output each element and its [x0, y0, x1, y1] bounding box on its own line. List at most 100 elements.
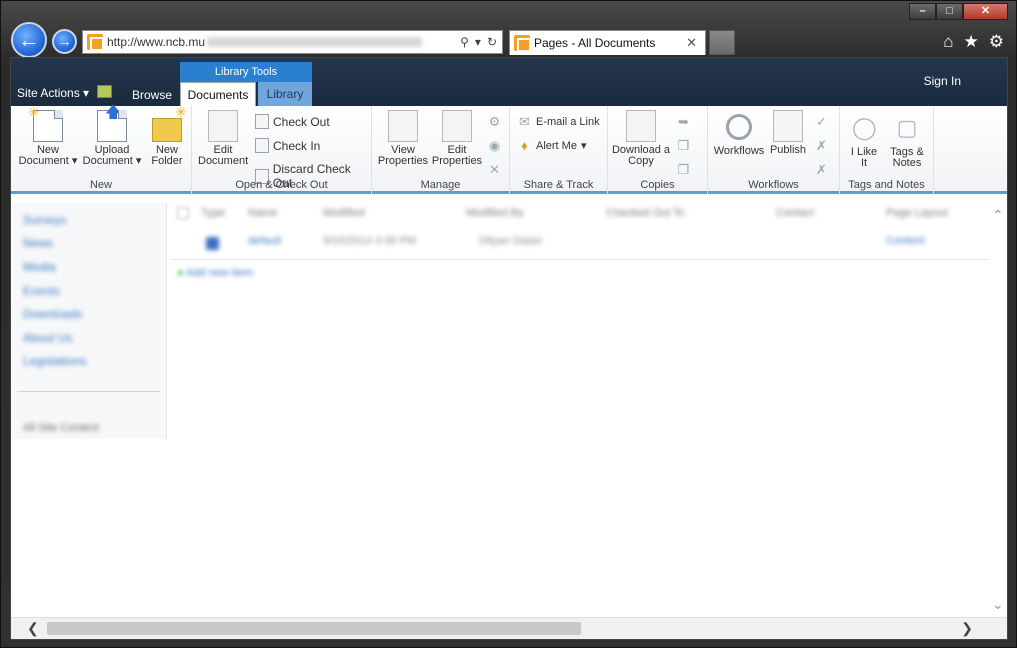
- column-header[interactable]: Type: [201, 207, 225, 219]
- back-arrow-icon: ←: [18, 27, 40, 52]
- refresh-icon[interactable]: ↻: [487, 35, 497, 49]
- publish-label: Publish: [769, 144, 807, 156]
- sharepoint-favicon-icon: [514, 35, 531, 52]
- maximize-button[interactable]: □: [936, 3, 963, 20]
- close-button[interactable]: ✕: [963, 3, 1008, 20]
- tab-title: Pages - All Documents: [534, 36, 656, 50]
- horizontal-scrollbar[interactable]: ❮ ❯: [11, 617, 1007, 639]
- cancel-approval-icon[interactable]: ✗: [814, 162, 829, 177]
- ribbon-group-workflows: Workflows Publish ✓ ✗ ✗ Workflows: [708, 106, 840, 194]
- column-header[interactable]: Checked Out To: [606, 207, 685, 219]
- row-page-layout[interactable]: Content: [886, 235, 925, 247]
- tab-close-icon[interactable]: ✕: [686, 35, 697, 51]
- check-in-button[interactable]: Check In: [255, 138, 320, 153]
- unpublish-icon[interactable]: ✗: [814, 138, 829, 153]
- delete-document-icon[interactable]: ✕: [487, 162, 502, 177]
- ribbon-group-open-checkout: Edit Document Check Out Check In Discard…: [192, 106, 372, 194]
- column-header[interactable]: Modified: [323, 207, 365, 219]
- workflows-button[interactable]: Workflows: [711, 110, 767, 157]
- browser-window: – □ ✕ ← → http://www.ncb.mu ⚲ ▾ ↻ Pages …: [0, 0, 1017, 648]
- column-header[interactable]: Contact: [776, 207, 814, 219]
- edit-properties-button[interactable]: Edit Properties: [431, 110, 483, 167]
- ribbon-group-share-track: ✉ E-mail a Link ♦ Alert Me ▾ Share & Trac…: [510, 106, 608, 194]
- add-new-item-link[interactable]: ● Add new item: [177, 267, 253, 279]
- scroll-down-icon[interactable]: ⌄: [992, 596, 1004, 613]
- publish-icon: [773, 110, 803, 142]
- upload-document-label-2: Document: [82, 155, 133, 167]
- quick-launch-item[interactable]: Downloads: [23, 307, 82, 321]
- column-header[interactable]: Name: [248, 207, 277, 219]
- quick-launch-item[interactable]: News: [23, 236, 53, 250]
- alert-me-button[interactable]: ♦ Alert Me ▾: [517, 138, 587, 153]
- send-to-icon[interactable]: ➥: [676, 114, 691, 129]
- check-out-label: Check Out: [273, 114, 330, 129]
- tab-browse[interactable]: Browse: [132, 88, 172, 102]
- tab-library[interactable]: Library: [258, 82, 312, 106]
- row-name[interactable]: default: [248, 235, 281, 247]
- page-content: Surveys News Media Events Downloads Abou…: [11, 197, 1007, 639]
- browser-tab-active[interactable]: Pages - All Documents ✕: [509, 30, 706, 55]
- scroll-right-icon[interactable]: ❯: [961, 620, 973, 637]
- quick-launch-item[interactable]: About Us: [23, 331, 72, 345]
- new-document-icon: ✳: [28, 105, 63, 142]
- new-folder-button[interactable]: ✳ New Folder: [147, 105, 187, 167]
- forward-button[interactable]: →: [52, 29, 77, 54]
- address-bar[interactable]: http://www.ncb.mu ⚲ ▾ ↻: [82, 30, 503, 54]
- email-link-button[interactable]: ✉ E-mail a Link: [517, 114, 600, 129]
- quick-launch-item[interactable]: Surveys: [23, 213, 66, 227]
- i-like-it-button[interactable]: ◯ I Like It: [846, 110, 882, 169]
- alert-me-dropdown-icon: ▾: [580, 140, 587, 152]
- scroll-left-icon[interactable]: ❮: [27, 620, 39, 637]
- dropdown-icon[interactable]: ▾: [475, 35, 481, 49]
- star-icon[interactable]: ★: [964, 32, 979, 52]
- upload-document-icon: 🡅: [97, 105, 127, 142]
- search-icon[interactable]: ⚲: [460, 35, 469, 49]
- home-icon[interactable]: ⌂: [943, 32, 953, 52]
- quick-launch-divider: [17, 391, 160, 392]
- go-to-source-icon[interactable]: ❐: [676, 162, 691, 177]
- document-permissions-icon[interactable]: ◉: [487, 138, 502, 153]
- tab-documents[interactable]: Documents: [180, 82, 256, 106]
- minimize-button[interactable]: –: [909, 3, 936, 20]
- new-tab-button[interactable]: [709, 30, 735, 55]
- column-header[interactable]: Modified By: [466, 207, 523, 219]
- view-properties-icon: [388, 110, 418, 142]
- download-copy-button[interactable]: Download a Copy: [611, 110, 671, 167]
- like-tag-icon: ◯: [852, 115, 877, 140]
- edit-document-button[interactable]: Edit Document: [198, 110, 248, 167]
- back-button[interactable]: ←: [11, 22, 47, 58]
- row-modified-by[interactable]: Dilyan Gaiao: [479, 235, 542, 247]
- all-site-content-link[interactable]: All Site Content: [23, 422, 99, 434]
- select-all-checkbox[interactable]: [177, 207, 189, 219]
- check-out-button[interactable]: Check Out: [255, 114, 330, 129]
- browser-toolbar: ⌂ ★ ⚙: [943, 32, 1004, 52]
- quick-launch-item[interactable]: Legislations: [23, 354, 86, 368]
- vertical-scrollbar[interactable]: ⌃ ⌄: [989, 197, 1007, 613]
- download-copy-icon: [626, 110, 656, 142]
- new-document-button[interactable]: ✳ New Document ▾: [17, 105, 79, 167]
- check-in-icon: [255, 138, 269, 153]
- sign-in-link[interactable]: Sign In: [924, 74, 961, 88]
- horizontal-scroll-thumb[interactable]: [47, 622, 581, 635]
- scroll-up-icon[interactable]: ⌃: [992, 207, 1004, 224]
- site-actions-menu[interactable]: Site Actions ▾: [17, 86, 89, 100]
- upload-document-button[interactable]: 🡅 Upload Document ▾: [81, 105, 143, 167]
- navigate-up-icon[interactable]: [97, 85, 112, 98]
- edit-document-label-2: Document: [198, 155, 249, 167]
- view-properties-button[interactable]: View Properties: [377, 110, 429, 167]
- column-header[interactable]: Page Layout: [886, 207, 948, 219]
- publish-button[interactable]: Publish: [769, 110, 807, 156]
- quick-launch-item[interactable]: Media: [23, 260, 56, 274]
- site-actions-label: Site Actions: [17, 86, 80, 100]
- address-icons: ⚲ ▾ ↻: [460, 35, 502, 49]
- group-label-workflows: Workflows: [748, 179, 799, 191]
- approve-icon[interactable]: ✓: [814, 114, 829, 129]
- tags-notes-button[interactable]: ▢ Tags & Notes: [886, 110, 928, 169]
- quick-launch-item[interactable]: Events: [23, 284, 60, 298]
- gear-icon[interactable]: ⚙: [989, 32, 1004, 52]
- edit-properties-icon: [442, 110, 472, 142]
- group-label-open-checkout: Open & Check Out: [235, 179, 328, 191]
- group-label-copies: Copies: [640, 179, 675, 191]
- manage-copies-icon[interactable]: ❐: [676, 138, 691, 153]
- version-history-icon[interactable]: ⚙: [487, 114, 502, 129]
